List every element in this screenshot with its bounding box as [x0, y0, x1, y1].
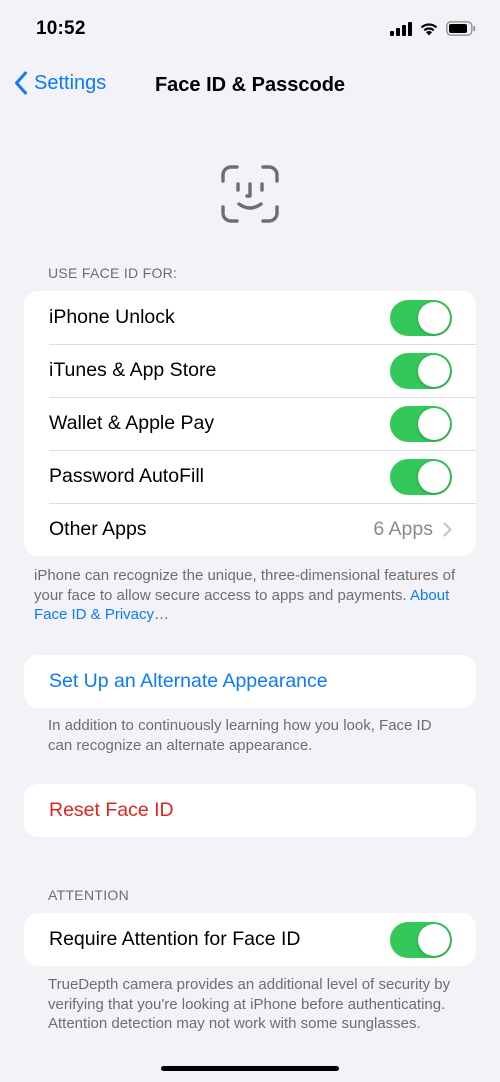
- use-face-id-group: iPhone Unlock iTunes & App Store Wallet …: [24, 291, 476, 556]
- row-iphone-unlock: iPhone Unlock: [24, 291, 476, 344]
- footnote-text: iPhone can recognize the unique, three-d…: [34, 567, 456, 604]
- row-require-attention: Require Attention for Face ID: [24, 913, 476, 966]
- cellular-signal-icon: [390, 21, 412, 36]
- alternate-appearance-group: Set Up an Alternate Appearance: [24, 655, 476, 708]
- row-wallet-apple-pay: Wallet & Apple Pay: [24, 397, 476, 450]
- wifi-icon: [420, 23, 438, 36]
- alternate-appearance-footnote: In addition to continuously learning how…: [48, 717, 432, 754]
- itunes-app-store-toggle[interactable]: [390, 352, 452, 389]
- row-other-apps[interactable]: Other Apps 6 Apps: [24, 503, 476, 556]
- row-label: iPhone Unlock: [49, 306, 175, 328]
- toggle-knob: [418, 923, 450, 956]
- use-face-id-footnote: iPhone can recognize the unique, three-d…: [34, 566, 464, 625]
- status-icons: [390, 21, 476, 36]
- navigation-bar: Settings Face ID & Passcode: [0, 60, 500, 108]
- row-label: Password AutoFill: [49, 465, 204, 487]
- battery-icon: [446, 21, 476, 36]
- section-header-use-face-id: USE FACE ID FOR:: [48, 265, 178, 281]
- row-label: Reset Face ID: [49, 799, 174, 821]
- toggle-knob: [418, 407, 450, 440]
- face-id-icon: [221, 165, 279, 223]
- home-indicator[interactable]: [161, 1066, 339, 1071]
- iphone-unlock-toggle[interactable]: [390, 299, 452, 336]
- set-up-alternate-appearance-button[interactable]: Set Up an Alternate Appearance: [24, 655, 476, 708]
- page-title: Face ID & Passcode: [154, 74, 346, 96]
- reset-face-id-button[interactable]: Reset Face ID: [24, 784, 476, 837]
- wallet-apple-pay-toggle[interactable]: [390, 405, 452, 442]
- attention-group: Require Attention for Face ID: [24, 913, 476, 966]
- status-time: 10:52: [36, 18, 86, 39]
- chevron-right-icon: [443, 522, 452, 537]
- password-autofill-toggle[interactable]: [390, 458, 452, 495]
- row-label: Require Attention for Face ID: [49, 928, 301, 950]
- row-itunes-app-store: iTunes & App Store: [24, 344, 476, 397]
- require-attention-toggle[interactable]: [390, 921, 452, 958]
- row-label: Wallet & Apple Pay: [49, 412, 215, 434]
- toggle-knob: [418, 460, 450, 493]
- section-header-attention: ATTENTION: [48, 887, 129, 903]
- attention-footnote: TrueDepth camera provides an additional …: [48, 976, 451, 1032]
- row-password-autofill: Password AutoFill: [24, 450, 476, 503]
- row-label: iTunes & App Store: [49, 359, 217, 381]
- reset-group: Reset Face ID: [24, 784, 476, 837]
- screen: 10:52 Settings Face ID & Passcode USE FA…: [0, 0, 500, 1082]
- other-apps-count: 6 Apps: [373, 518, 433, 540]
- row-label: Set Up an Alternate Appearance: [49, 670, 328, 692]
- toggle-knob: [418, 301, 450, 334]
- row-label: Other Apps: [49, 518, 147, 540]
- status-bar: 10:52: [0, 0, 500, 60]
- toggle-knob: [418, 354, 450, 387]
